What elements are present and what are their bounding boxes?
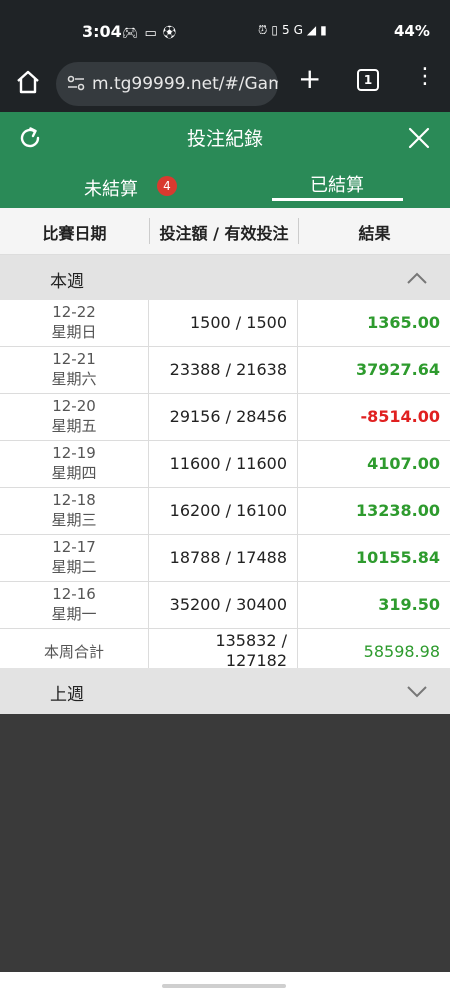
system-icons: ⏰︎▯5G◢▮ (258, 23, 331, 38)
result-cell: 13238.00 (355, 501, 440, 520)
table-row[interactable]: 12-17 星期二 18788 / 17488 10155.84 (0, 535, 450, 582)
amount-cell: 29156 / 28456 (150, 394, 298, 440)
close-icon[interactable] (406, 125, 432, 151)
amount-cell: 1500 / 1500 (150, 300, 298, 346)
active-tab-indicator (272, 198, 403, 201)
weekday-text: 星期二 (51, 558, 97, 576)
tab-settled[interactable]: 已結算 (310, 171, 364, 197)
date-text: 12-17 (52, 538, 96, 556)
date-text: 12-19 (52, 444, 96, 462)
amount-cell: 18788 / 17488 (150, 535, 298, 581)
this-week-label: 本週 (50, 272, 84, 292)
status-time: 3:04 (82, 22, 122, 41)
table-row[interactable]: 12-19 星期四 11600 / 11600 4107.00 (0, 441, 450, 488)
chevron-up-icon[interactable] (406, 268, 428, 288)
weekday-text: 星期三 (51, 511, 97, 529)
total-amount-line1: 135832 / (215, 631, 287, 650)
browser-toolbar: m.tg99999.net/#/Gam + 1 ⋮ (0, 56, 450, 112)
table-row[interactable]: 12-18 星期三 16200 / 16100 13238.00 (0, 488, 450, 535)
battery-percent: 44% (394, 22, 430, 40)
modal-title: 投注紀錄 (186, 128, 263, 150)
settled-bets-table: 12-22 星期日 1500 / 1500 1365.00 12-21 星期六 23… (0, 300, 450, 676)
last-week-header[interactable]: 上週 (0, 668, 450, 714)
tab-switcher-button[interactable]: 1 (357, 69, 379, 91)
weekday-text: 星期五 (51, 417, 97, 435)
home-gesture-handle[interactable] (162, 984, 286, 988)
amount-cell: 16200 / 16100 (150, 488, 298, 534)
weekday-text: 星期六 (51, 370, 97, 388)
result-cell: 10155.84 (355, 548, 440, 567)
home-icon[interactable] (14, 68, 42, 96)
table-row[interactable]: 12-20 星期五 29156 / 28456 -8514.00 (0, 394, 450, 441)
result-cell: 1365.00 (367, 313, 440, 332)
vibrate-icon: ▯ (271, 23, 282, 37)
address-bar[interactable]: m.tg99999.net/#/Gam (56, 62, 278, 106)
notification-icons: 🎮︎▭⚽︎ (122, 22, 182, 41)
result-cell: 319.50 (378, 595, 440, 614)
more-menu-icon[interactable]: ⋮ (414, 66, 436, 88)
column-amount-header: 投注額 / 有效投注 (159, 224, 289, 243)
chevron-down-icon[interactable] (406, 681, 428, 701)
status-bar: 3:04 🎮︎▭⚽︎ ⏰︎▯5G◢▮ 44% (0, 0, 450, 56)
alarm-icon: ⏰︎ (258, 23, 272, 37)
table-row[interactable]: 12-21 星期六 23388 / 21638 37927.64 (0, 347, 450, 394)
modal-header: 投注紀錄 (0, 112, 450, 162)
column-result-header: 結果 (358, 224, 391, 243)
date-text: 12-18 (52, 491, 96, 509)
bet-status-tabs: 未結算 已結算 (0, 162, 450, 208)
weekday-text: 星期日 (51, 323, 97, 341)
date-text: 12-22 (52, 303, 96, 321)
date-cell: 12-21 星期六 (0, 347, 149, 393)
weekday-text: 星期四 (51, 464, 97, 482)
unsettled-count-badge: 4 (157, 176, 177, 196)
signal-icon: ◢ (306, 23, 321, 37)
amount-cell: 11600 / 11600 (150, 441, 298, 487)
date-text: 12-16 (52, 585, 96, 603)
url-text: m.tg99999.net/#/Gam (92, 74, 278, 94)
battery-icon: ▮ (320, 23, 331, 37)
amount-cell: 35200 / 30400 (150, 582, 298, 628)
date-cell: 12-19 星期四 (0, 441, 149, 487)
weekday-text: 星期一 (51, 605, 97, 623)
date-cell: 12-20 星期五 (0, 394, 149, 440)
table-header: 比賽日期 投注額 / 有效投注 結果 (0, 208, 450, 255)
date-text: 12-21 (52, 350, 96, 368)
site-settings-icon[interactable] (66, 73, 86, 93)
soccer-ball-icon: ⚽︎ (162, 26, 182, 41)
result-cell: -8514.00 (360, 407, 440, 426)
table-row[interactable]: 12-16 星期一 35200 / 30400 319.50 (0, 582, 450, 629)
last-week-label: 上週 (50, 685, 84, 705)
5g-label: 5G (281, 23, 307, 37)
result-cell: 37927.64 (355, 360, 440, 379)
amount-cell: 23388 / 21638 (150, 347, 298, 393)
date-cell: 12-18 星期三 (0, 488, 149, 534)
image-icon: ▭ (144, 26, 163, 41)
date-cell: 12-17 星期二 (0, 535, 149, 581)
date-cell: 12-16 星期一 (0, 582, 149, 628)
column-date-header: 比賽日期 (42, 224, 107, 243)
this-week-header[interactable]: 本週 (0, 255, 450, 301)
date-cell: 12-22 星期日 (0, 300, 149, 346)
table-row[interactable]: 12-22 星期日 1500 / 1500 1365.00 (0, 300, 450, 347)
new-tab-icon[interactable]: + (298, 65, 321, 93)
date-text: 12-20 (52, 397, 96, 415)
tab-unsettled[interactable]: 未結算 (84, 175, 138, 201)
game-controller-icon: 🎮︎ (122, 26, 145, 41)
result-cell: 4107.00 (367, 454, 440, 473)
